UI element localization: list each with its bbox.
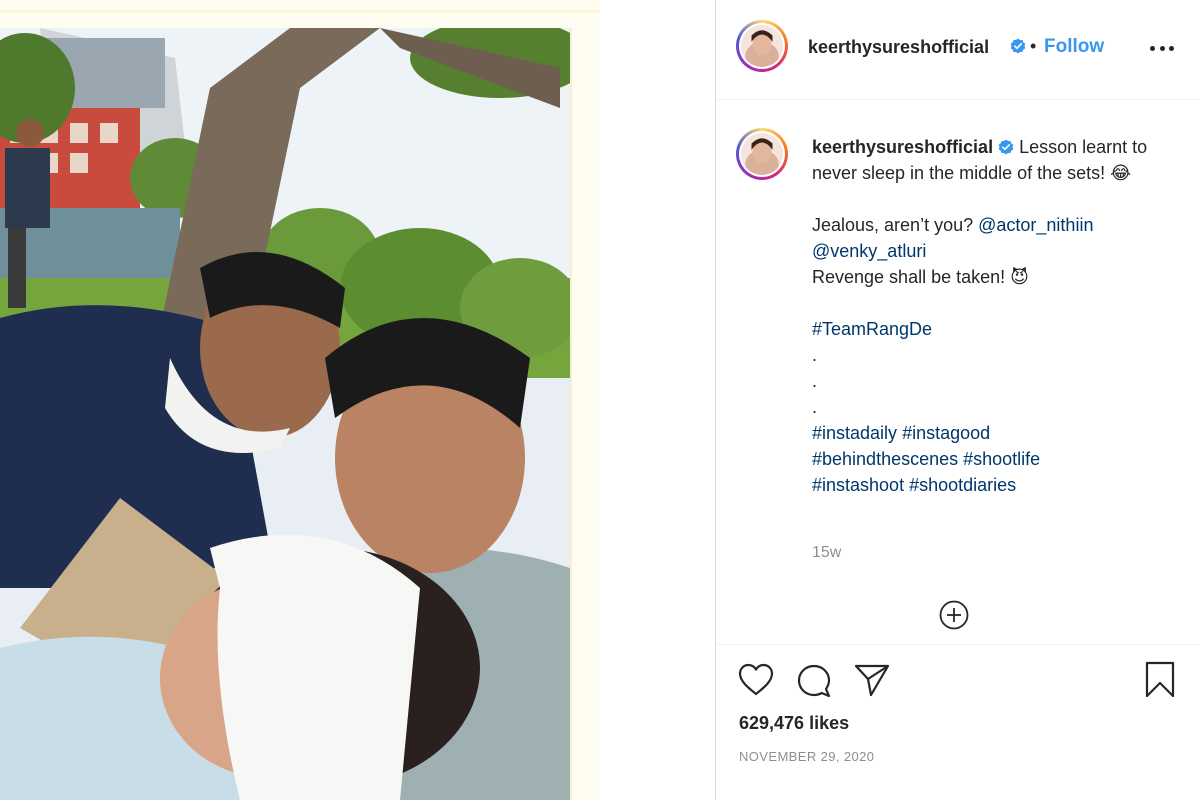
comment-icon[interactable] — [796, 663, 832, 699]
follow-button[interactable]: Follow — [1044, 36, 1104, 58]
hashtag-link[interactable]: #instagood — [902, 423, 990, 443]
hashtag-link[interactable]: #shootdiaries — [909, 475, 1016, 495]
post-time-ago[interactable]: 15w — [812, 544, 841, 562]
hashtag-link[interactable]: #instashoot — [812, 475, 904, 495]
verified-icon — [998, 139, 1014, 155]
post-header: keerthysureshofficial • Follow — [716, 0, 1200, 100]
post-date[interactable]: NOVEMBER 29, 2020 — [739, 749, 874, 764]
likes-count[interactable]: 629,476 likes — [739, 713, 849, 734]
hashtag-link[interactable]: #behindthescenes — [812, 449, 958, 469]
mention-link[interactable]: @venky_atluri — [812, 241, 926, 261]
caption-jealous-text: Jealous, aren’t you? — [812, 215, 974, 235]
post-photo-illustration — [0, 28, 570, 800]
post-panel: keerthysureshofficial • Follow keerthysu… — [715, 0, 1200, 800]
more-options-icon[interactable] — [1150, 38, 1174, 58]
hashtag-link[interactable]: #TeamRangDe — [812, 319, 932, 339]
mention-link[interactable]: @actor_nithiin — [978, 215, 1093, 235]
comments-section: keerthysureshofficial Lesson learnt to n… — [716, 100, 1200, 640]
verified-icon — [1010, 38, 1026, 54]
caption-dot: . — [812, 397, 818, 417]
caption-avatar[interactable] — [736, 128, 788, 180]
hashtag-link[interactable]: #shootlife — [963, 449, 1040, 469]
verified-badge — [1005, 38, 1026, 57]
caption-username[interactable]: keerthysureshofficial — [812, 137, 993, 157]
post-photo[interactable] — [0, 28, 572, 800]
post-caption: keerthysureshofficial Lesson learnt to n… — [812, 134, 1162, 498]
separator-dot: • — [1030, 36, 1037, 56]
divider — [0, 10, 600, 13]
caption-dot: . — [812, 345, 818, 365]
avatar[interactable] — [736, 20, 788, 72]
caption-dot: . — [812, 371, 818, 391]
caption-revenge-text: Revenge shall be taken! 😈 — [812, 267, 1029, 287]
plus-circle-icon[interactable] — [939, 600, 969, 630]
photo-frame — [0, 0, 600, 800]
header-username[interactable]: keerthysureshofficial — [808, 37, 989, 58]
hashtag-link[interactable]: #instadaily — [812, 423, 897, 443]
post-actions: 629,476 likes NOVEMBER 29, 2020 — [716, 644, 1200, 801]
heart-icon[interactable] — [738, 663, 774, 697]
profile-picture — [741, 133, 783, 175]
profile-picture — [741, 25, 783, 67]
bookmark-icon[interactable] — [1144, 661, 1176, 699]
paper-plane-icon[interactable] — [854, 663, 890, 697]
